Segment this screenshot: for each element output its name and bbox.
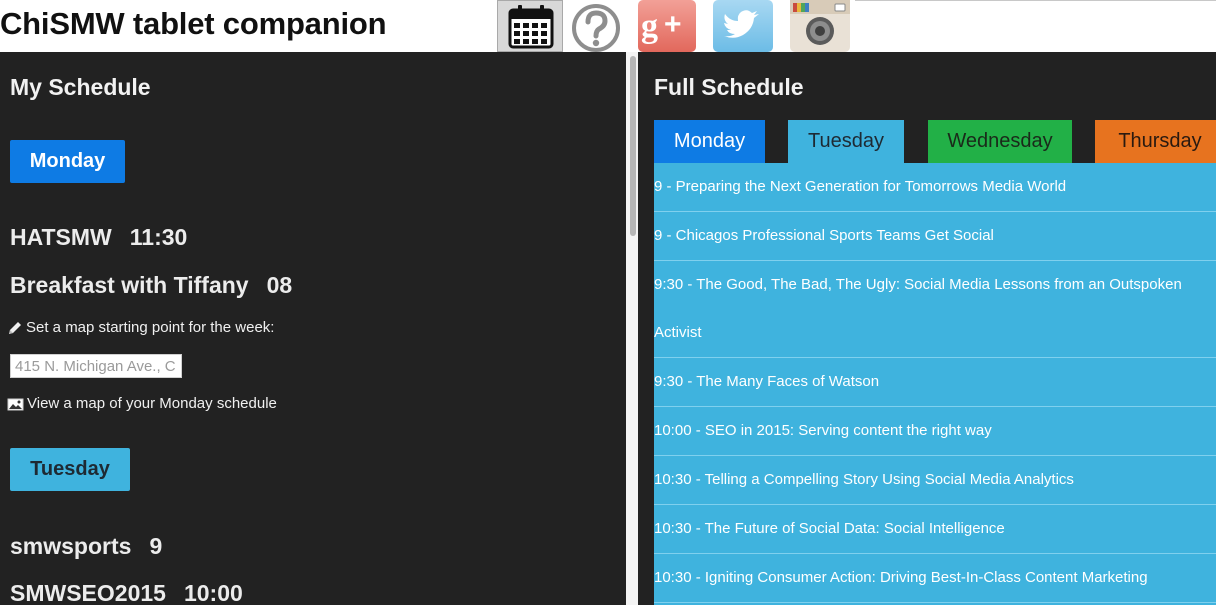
schedule-item-name: HATSMW [10,224,112,250]
session-item[interactable]: 9 - Preparing the Next Generation for To… [654,163,1216,212]
schedule-item-name: smwsports [10,533,132,559]
google-plus-button[interactable]: g + [635,0,701,52]
schedule-item-time: 10:00 [183,580,243,605]
tab-tuesday[interactable]: Tuesday [788,120,904,163]
session-item[interactable]: 10:30 - Igniting Consumer Action: Drivin… [654,554,1216,603]
google-plus-icon: g + [638,0,696,52]
full-schedule-heading: Full Schedule [654,74,804,100]
session-item[interactable]: 10:30 - The Future of Social Data: Socia… [654,505,1216,554]
view-map-link[interactable]: View a map of your Monday schedule [7,395,277,412]
app-title: ChiSMW tablet companion [0,6,387,41]
tab-thursday[interactable]: Thursday [1095,120,1216,163]
map-start-label: Set a map starting point for the week: [26,319,275,336]
instagram-icon [790,0,850,52]
tab-wednesday[interactable]: Wednesday [928,120,1072,163]
view-map-label: View a map of your Monday schedule [27,395,277,412]
session-item[interactable]: 10:00 - SEO in 2015: Serving content the… [654,407,1216,456]
top-bar: ChiSMW tablet companion g + [0,0,1216,52]
my-schedule-panel: My Schedule Monday HATSMW 11:30 Breakfast… [0,52,626,605]
svg-text:+: + [664,8,682,41]
my-schedule-day-tuesday[interactable]: Tuesday [10,448,130,491]
twitter-button[interactable] [710,0,776,52]
full-schedule-panel: Full Schedule Monday Tuesday Wednesday T… [638,52,1216,605]
pencil-icon [9,321,21,334]
session-item[interactable]: 9 - Chicagos Professional Sports Teams G… [654,212,1216,261]
help-button[interactable] [565,0,631,52]
my-schedule-heading: My Schedule [10,74,151,100]
panel-scrollbar-thumb[interactable] [630,56,636,236]
twitter-icon [713,0,773,52]
schedule-item-time: 08 [266,272,293,298]
map-image-icon [7,398,24,410]
map-start-input[interactable] [10,354,182,378]
svg-text:g: g [641,8,658,45]
schedule-item-time: 11:30 [129,224,188,250]
schedule-item-name: Breakfast with Tiffany [10,272,249,298]
map-start-label-row: Set a map starting point for the week: [7,319,274,336]
calendar-button[interactable] [497,0,563,52]
session-list: 9 - Preparing the Next Generation for To… [654,163,1216,605]
my-schedule-day-monday[interactable]: Monday [10,140,125,183]
calendar-icon [508,5,554,49]
tab-monday[interactable]: Monday [654,120,765,163]
instagram-button[interactable] [787,0,853,52]
schedule-item[interactable]: Breakfast with Tiffany 08 [10,272,292,299]
schedule-item-time: 9 [149,533,163,559]
session-item-continued[interactable]: Activist [654,309,1216,358]
schedule-item[interactable]: HATSMW 11:30 [10,224,187,251]
session-item[interactable]: 9:30 - The Good, The Bad, The Ugly: Soci… [654,261,1216,309]
schedule-item-name: SMWSEO2015 [10,580,166,605]
help-icon [572,4,620,52]
schedule-item[interactable]: SMWSEO2015 10:00 [10,580,243,605]
schedule-item[interactable]: smwsports 9 [10,533,162,560]
session-item[interactable]: 9:30 - The Many Faces of Watson [654,358,1216,407]
topbar-divider [855,0,1216,1]
session-item[interactable]: 10:30 - Telling a Compelling Story Using… [654,456,1216,505]
